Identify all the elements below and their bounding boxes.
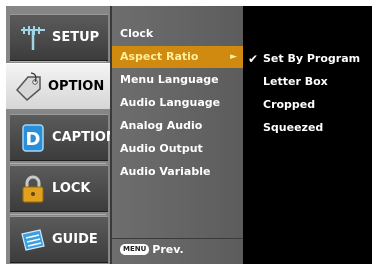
antenna-icon (18, 23, 48, 53)
tab-label: LOCK (52, 181, 91, 196)
option-label: Cropped (263, 98, 316, 111)
menu-item-label: Audio Variable (120, 165, 211, 178)
tab-label: GUIDE (52, 232, 98, 247)
tab-divider (10, 214, 106, 215)
option-set-by-program[interactable]: ✔ Set By Program (243, 48, 372, 70)
tab-lock[interactable]: LOCK (10, 165, 108, 212)
menu-item-label: Analog Audio (120, 119, 203, 132)
tab-guide[interactable]: GUIDE (10, 216, 108, 263)
tab-label: OPTION (48, 79, 105, 94)
option-label: Set By Program (263, 52, 361, 65)
menu-item-aspect-ratio[interactable]: Aspect Ratio ► (112, 46, 243, 68)
tab-option[interactable]: OPTION (6, 63, 110, 110)
option-label: Squeezed (263, 121, 324, 134)
check-icon: ✔ (248, 52, 259, 66)
submenu-arrow-icon: ► (230, 52, 237, 62)
caption-icon: D (18, 123, 48, 153)
menu-item-analog-audio[interactable]: Analog Audio (112, 115, 243, 137)
menu-button-icon: MENU (120, 244, 150, 255)
prev-label: Prev. (152, 243, 184, 256)
tv-menu-screen: SETUP OPTION D CAPTION LOCK GUIDE Clock … (6, 6, 372, 264)
tab-label: CAPTION (52, 130, 117, 145)
category-tabs: SETUP OPTION D CAPTION LOCK GUIDE (6, 6, 117, 264)
tab-setup[interactable]: SETUP (10, 14, 108, 61)
menu-item-clock[interactable]: Clock (112, 23, 243, 45)
menu-item-menu-language[interactable]: Menu Language (112, 69, 243, 91)
guide-book-icon (18, 225, 48, 255)
menu-item-audio-output[interactable]: Audio Output (112, 138, 243, 160)
tab-label: SETUP (52, 30, 100, 45)
svg-text:D: D (26, 129, 41, 150)
padlock-icon (18, 174, 48, 204)
menu-item-audio-language[interactable]: Audio Language (112, 92, 243, 114)
menu-item-label: Aspect Ratio (120, 50, 199, 63)
aspect-ratio-submenu: ✔ Set By Program Letter Box Cropped Squee… (243, 6, 372, 264)
menu-item-label: Clock (120, 27, 154, 40)
option-letter-box[interactable]: Letter Box (243, 71, 372, 93)
tag-icon (14, 71, 44, 102)
tab-divider (10, 61, 106, 62)
footer-divider (112, 238, 243, 239)
menu-item-label: Menu Language (120, 73, 219, 86)
option-squeezed[interactable]: Squeezed (243, 117, 372, 139)
option-label: Letter Box (263, 75, 328, 88)
option-menu: Clock Aspect Ratio ► Menu Language Audio … (110, 6, 243, 264)
menu-item-label: Audio Output (120, 142, 203, 155)
tab-caption[interactable]: D CAPTION (10, 114, 117, 161)
option-cropped[interactable]: Cropped (243, 94, 372, 116)
menu-item-label: Audio Language (120, 96, 221, 109)
prev-hint[interactable]: MENU Prev. (120, 243, 184, 256)
tab-divider (10, 163, 106, 164)
menu-item-audio-variable[interactable]: Audio Variable (112, 161, 243, 183)
